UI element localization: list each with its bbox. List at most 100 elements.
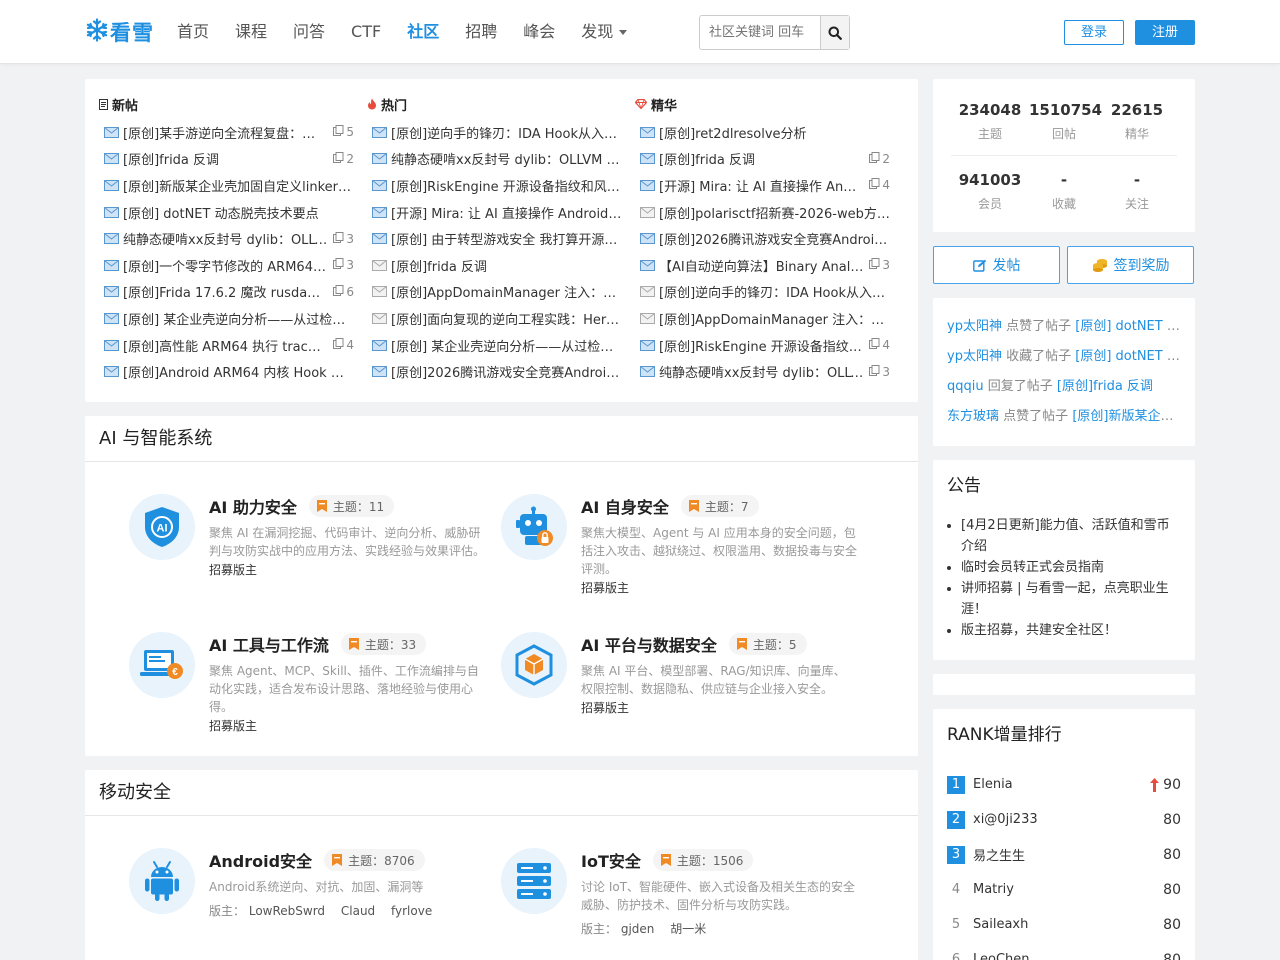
post-title[interactable]: [开源] Mira: 让 AI 直接操作 Android/iOS [391, 203, 622, 222]
post-row[interactable]: [原创]逆向手的锋刃：IDA Hook从入门到精通 [367, 119, 622, 146]
notice-item[interactable]: [4月2日更新]能力值、活跃值和雪币介绍 [961, 515, 1181, 557]
post-title[interactable]: [原创]frida 反调 [659, 149, 863, 168]
nav-qa[interactable]: 问答 [280, 0, 338, 64]
post-row[interactable]: [原创]polarisctf招新赛-2026-web方向wp [635, 199, 890, 226]
post-title[interactable]: [原创]RiskEngine 开源设备指纹和风控引擎 [659, 336, 863, 355]
post-row[interactable]: [原创] 由于转型游戏安全 我打算开源一些工具 [367, 225, 622, 252]
activity-user[interactable]: 东方玻璃 [947, 409, 999, 424]
forum-name[interactable]: IoT安全 [581, 848, 641, 872]
post-row[interactable]: [开源] Mira: 让 AI 直接操作 Android/iOS [367, 199, 622, 226]
post-row[interactable]: [原创]AppDomainManager 注入：从GAC到持久化 [635, 305, 890, 332]
post-row[interactable]: 纯静态硬啃xx反封号 dylib：OLLVM 混淆分析 [367, 146, 622, 173]
post-row[interactable]: [原创]逆向手的锋刃：IDA Hook从入门到精通 [635, 279, 890, 306]
login-button[interactable]: 登录 [1064, 20, 1124, 45]
rank-user[interactable]: xi@0ji233 [973, 812, 1163, 827]
post-title[interactable]: [原创]frida 反调 [123, 149, 327, 168]
post-row[interactable]: [原创]frida 反调 2 [635, 146, 890, 173]
nav-ctf[interactable]: CTF [338, 0, 394, 64]
rank-row[interactable]: 3 易之生生 80 [947, 837, 1181, 872]
post-row[interactable]: [原创]AppDomainManager 注入：从GAC到持久化 [367, 279, 622, 306]
post-row[interactable]: [原创]RiskEngine 开源设备指纹和风控引擎 [367, 172, 622, 199]
post-title[interactable]: 纯静态硬啃xx反封号 dylib：OLLVM 混淆分析 [659, 362, 863, 381]
post-row[interactable]: [原创]新版某企业壳加固自定义linker分析 [99, 172, 354, 199]
rank-row[interactable]: 4 Matriy 80 [947, 872, 1181, 907]
post-row[interactable]: [原创]Frida 17.6.2 魔改 rusda：去特征 6 [99, 279, 354, 306]
activity-user[interactable]: yp太阳神 [947, 319, 1002, 334]
post-row[interactable]: [原创]ret2dlresolve分析 [635, 119, 890, 146]
moderator-link[interactable]: 胡一米 [670, 922, 706, 936]
rank-user[interactable]: LeoChen.. [973, 952, 1163, 960]
post-title[interactable]: [原创]2026腾讯游戏安全竞赛Android决赛题解 [659, 229, 890, 248]
post-title[interactable]: 纯静态硬啃xx反封号 dylib：OLLVM 混淆分析 [391, 149, 622, 168]
new-post-button[interactable]: 发帖 [933, 246, 1060, 284]
post-title[interactable]: 纯静态硬啃xx反封号 dylib：OLLVM 混淆 [123, 229, 327, 248]
forum-name[interactable]: AI 平台与数据安全 [581, 632, 717, 656]
notice-item[interactable]: 讲师招募 | 与看雪一起，点亮职业生涯！ [961, 578, 1181, 620]
post-title[interactable]: [原创]逆向手的锋刃：IDA Hook从入门到精通 [659, 282, 890, 301]
nav-summit[interactable]: 峰会 [510, 0, 568, 64]
rank-row[interactable]: 1 Elenia 90 [947, 767, 1181, 802]
forum-name[interactable]: Android安全 [209, 848, 312, 872]
nav-community[interactable]: 社区 [394, 0, 452, 64]
post-title[interactable]: [原创] dotNET 动态脱壳技术要点 [123, 203, 354, 222]
post-row[interactable]: 纯静态硬啃xx反封号 dylib：OLLVM 混淆分析 3 [635, 358, 890, 385]
stat-following[interactable]: - 关注 [1102, 171, 1172, 212]
rank-row[interactable]: 6 LeoChen.. 80 [947, 942, 1181, 960]
post-title[interactable]: [原创]2026腾讯游戏安全竞赛Android决赛题解 [391, 362, 622, 381]
register-button[interactable]: 注册 [1135, 20, 1195, 45]
search-input[interactable] [700, 16, 820, 49]
post-row[interactable]: [原创]frida 反调 2 [99, 146, 354, 173]
site-logo[interactable]: 看雪 [85, 18, 154, 46]
post-title[interactable]: 【AI自动逆向算法】Binary Analysis 实践 [659, 256, 863, 275]
post-row[interactable]: 【AI自动逆向算法】Binary Analysis 实践 3 [635, 252, 890, 279]
post-row[interactable]: 纯静态硬啃xx反封号 dylib：OLLVM 混淆 3 [99, 225, 354, 252]
rank-row[interactable]: 2 xi@0ji233 80 [947, 802, 1181, 837]
post-title[interactable]: [原创]某手游逆向全流程复盘：从 Unity IL2CPP [123, 123, 327, 142]
recruit-moderator-link[interactable]: 招募版主 [581, 579, 861, 597]
stat-favorites[interactable]: - 收藏 [1029, 171, 1099, 212]
post-row[interactable]: [原创]面向复现的逆向工程实践：Hermes 字节码 [367, 305, 622, 332]
post-title[interactable]: [原创]面向复现的逆向工程实践：Hermes 字节码 [391, 309, 622, 328]
notice-item[interactable]: 临时会员转正式会员指南 [961, 557, 1181, 578]
post-title[interactable]: [原创] 某企业壳逆向分析——从过检测到脱壳 [123, 309, 354, 328]
search-button[interactable] [820, 16, 849, 49]
post-title[interactable]: [原创]Frida 17.6.2 魔改 rusda：去特征 [123, 282, 327, 301]
moderator-link[interactable]: gjden [621, 922, 655, 936]
post-title[interactable]: [原创]ret2dlresolve分析 [659, 123, 890, 142]
post-row[interactable]: [原创]高性能 ARM64 执行 trace 工具 4 [99, 332, 354, 359]
rank-user[interactable]: 易之生生 [973, 845, 1163, 864]
moderator-link[interactable]: fyrlove [391, 904, 432, 918]
post-row[interactable]: [开源] Mira: 让 AI 直接操作 Android/iOS 4 [635, 172, 890, 199]
post-row[interactable]: [原创]Android ARM64 内核 Hook 实战指南 [99, 358, 354, 385]
post-title[interactable]: [原创]RiskEngine 开源设备指纹和风控引擎 [391, 176, 622, 195]
rank-row[interactable]: 5 Saileaxh 80 [947, 907, 1181, 942]
post-title[interactable]: [原创]一个零字节修改的 ARM64 后门 [123, 256, 327, 275]
post-title[interactable]: [原创]polarisctf招新赛-2026-web方向wp [659, 203, 890, 222]
post-row[interactable]: [原创]2026腾讯游戏安全竞赛Android决赛题解 [635, 225, 890, 252]
activity-post[interactable]: [原创] dotNET 动态脱壳技术要点 [1075, 349, 1181, 364]
post-title[interactable]: [原创]逆向手的锋刃：IDA Hook从入门到精通 [391, 123, 622, 142]
post-row[interactable]: [原创]frida 反调 [367, 252, 622, 279]
nav-courses[interactable]: 课程 [222, 0, 280, 64]
rank-user[interactable]: Elenia [973, 777, 1150, 792]
post-row[interactable]: [原创] dotNET 动态脱壳技术要点 [99, 199, 354, 226]
signin-reward-button[interactable]: 签到奖励 [1067, 246, 1194, 284]
post-title[interactable]: [原创]高性能 ARM64 执行 trace 工具 [123, 336, 327, 355]
post-title[interactable]: [原创]Android ARM64 内核 Hook 实战指南 [123, 362, 354, 381]
activity-user[interactable]: yp太阳神 [947, 349, 1002, 364]
activity-post[interactable]: [原创] dotNET 动态脱壳技术要点 [1075, 319, 1181, 334]
post-row[interactable]: [原创] 某企业壳逆向分析——从过检测到脱壳 [99, 305, 354, 332]
post-title[interactable]: [原创]AppDomainManager 注入：从GAC到持久化 [659, 309, 890, 328]
rank-user[interactable]: Saileaxh [973, 917, 1163, 932]
forum-name[interactable]: AI 工具与工作流 [209, 632, 329, 656]
recruit-moderator-link[interactable]: 招募版主 [209, 561, 489, 579]
nav-home[interactable]: 首页 [164, 0, 222, 64]
post-row[interactable]: [原创]某手游逆向全流程复盘：从 Unity IL2CPP 5 [99, 119, 354, 146]
post-row[interactable]: [原创] 某企业壳逆向分析——从过检测到脱壳 [367, 332, 622, 359]
post-title[interactable]: [原创] 由于转型游戏安全 我打算开源一些工具 [391, 229, 622, 248]
post-title[interactable]: [原创] 某企业壳逆向分析——从过检测到脱壳 [391, 336, 622, 355]
post-title[interactable]: [原创]frida 反调 [391, 256, 622, 275]
nav-jobs[interactable]: 招聘 [452, 0, 510, 64]
activity-post[interactable]: [原创]新版某企业壳加固自定义linker分析 [1072, 409, 1181, 424]
recruit-moderator-link[interactable]: 招募版主 [581, 699, 861, 717]
